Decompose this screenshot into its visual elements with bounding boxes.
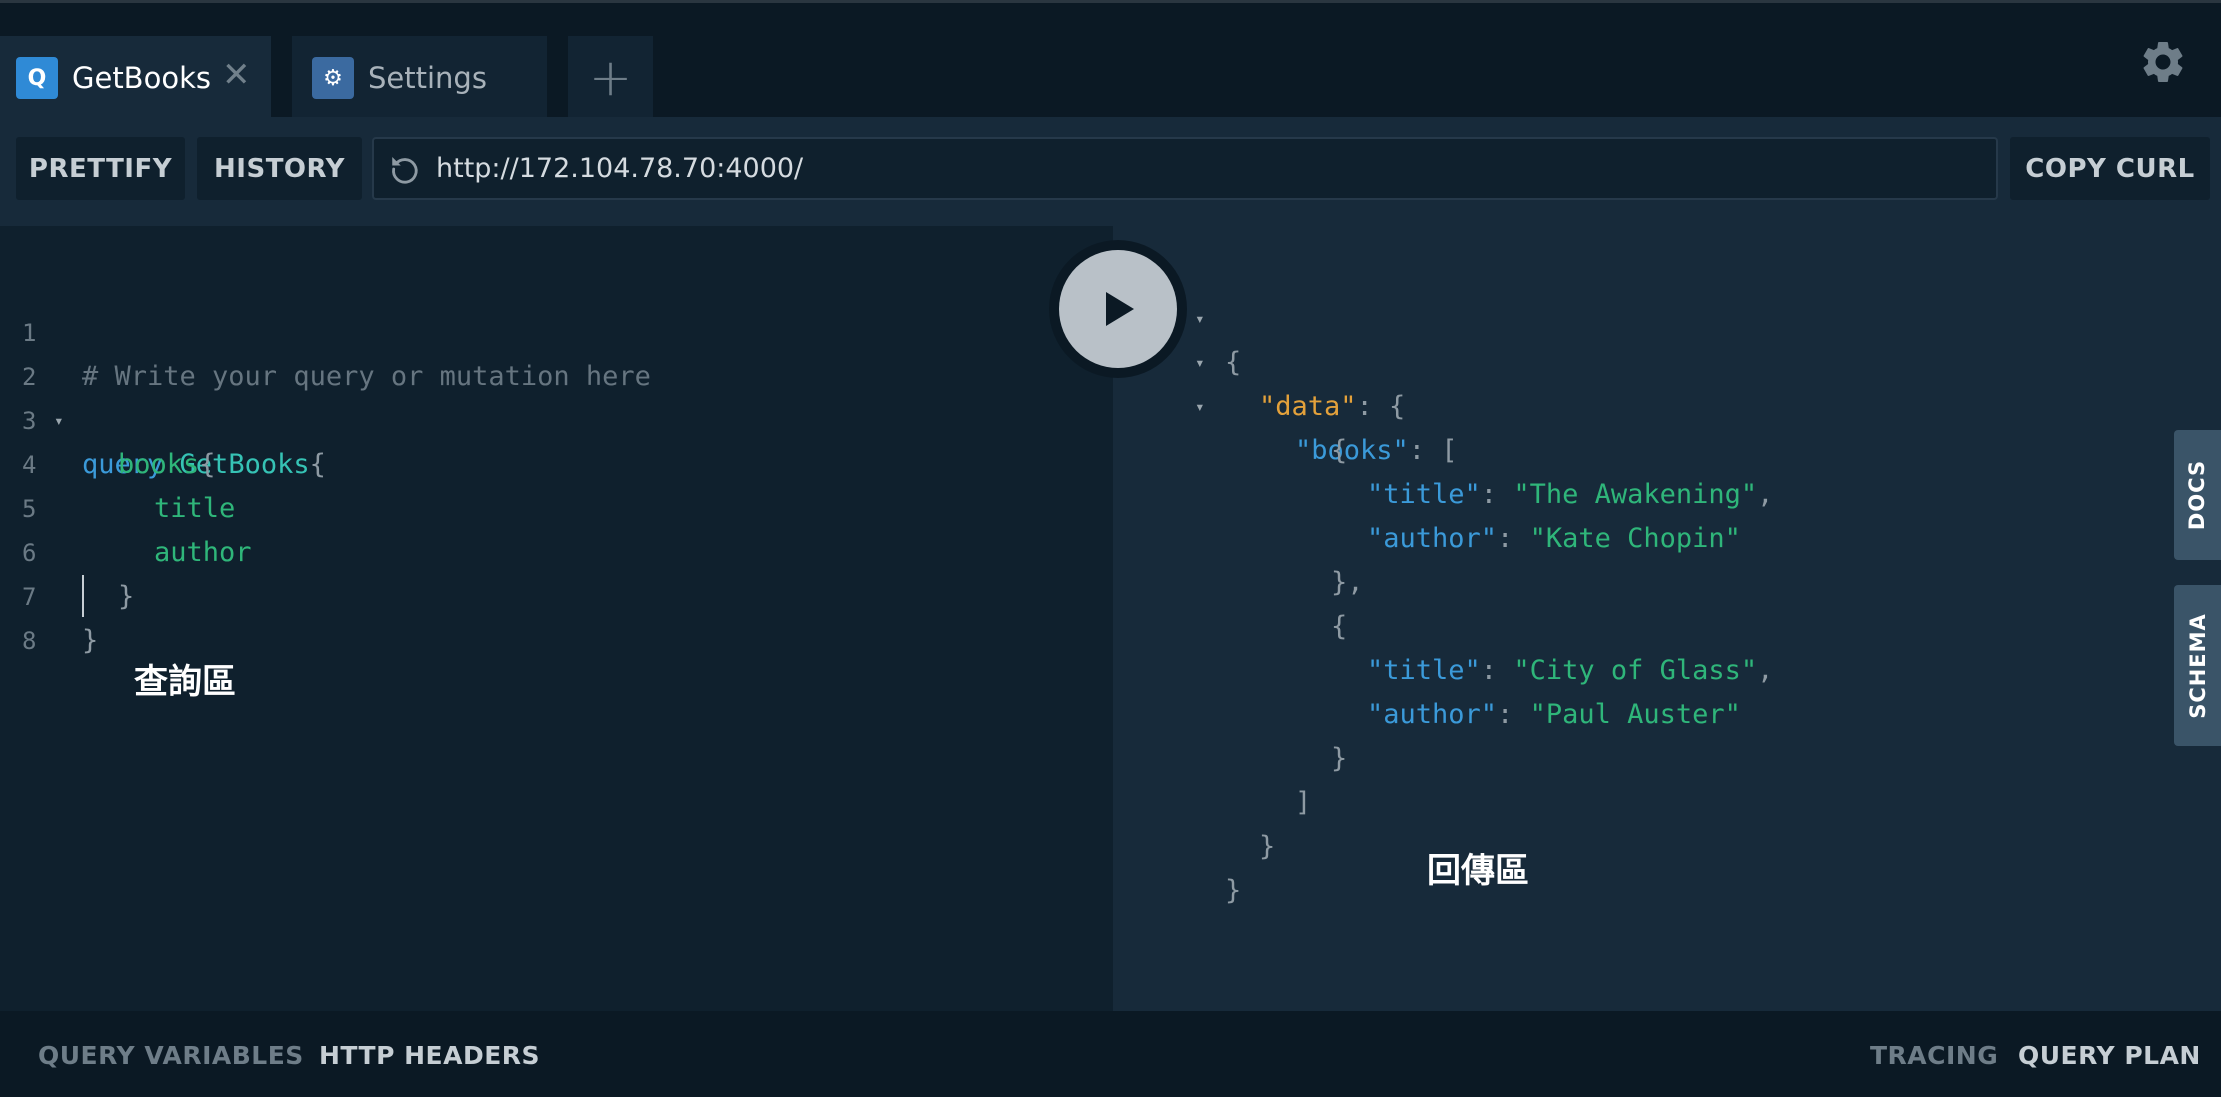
prettify-button[interactable]: PRETTIFY xyxy=(16,137,185,200)
query-editor[interactable]: 1 # Write your query or mutation here 2 … xyxy=(0,226,1113,1011)
tab-label: Settings xyxy=(368,61,487,95)
result-area-annotation: 回傳區 xyxy=(1427,851,1529,891)
tab-settings[interactable]: ⚙ Settings xyxy=(292,36,547,120)
code-line: 4 title xyxy=(0,399,1113,524)
tab-getbooks[interactable]: Q GetBooks ✕ xyxy=(0,36,271,120)
json-line: "author": "Paul Auster" xyxy=(1367,699,1741,730)
tab-bar: Q GetBooks ✕ ⚙ Settings + xyxy=(0,0,2221,120)
code-line: 5 author xyxy=(0,443,1113,568)
close-icon[interactable]: ✕ xyxy=(222,58,251,92)
tracing-tab[interactable]: TRACING xyxy=(1870,1041,1998,1070)
json-line: { xyxy=(1331,611,1348,642)
json-key-author: "author" xyxy=(1367,523,1498,554)
query-plan-tab[interactable]: QUERY PLAN xyxy=(2018,1041,2201,1070)
docs-tab-label: DOCS xyxy=(2185,459,2210,531)
schema-tab-label: SCHEMA xyxy=(2185,612,2210,719)
query-area-annotation: 查詢區 xyxy=(134,662,236,702)
line-number: 8 xyxy=(22,627,37,655)
code-line: 7 } xyxy=(0,531,1113,656)
code-line: 8 xyxy=(0,575,1113,655)
query-badge-icon: Q xyxy=(16,57,58,99)
code-line: 6 } xyxy=(0,487,1113,612)
json-line: "author": "Kate Chopin" xyxy=(1367,523,1741,554)
docs-tab[interactable]: DOCS xyxy=(2174,430,2221,560)
json-key-title: "title" xyxy=(1367,479,1481,510)
fold-arrow-icon[interactable]: ▾ xyxy=(1195,297,1205,341)
json-line: "title": "City of Glass", xyxy=(1367,655,1774,686)
code-brace: } xyxy=(82,625,99,656)
url-bar xyxy=(372,137,1998,200)
json-line: }, xyxy=(1331,567,1364,598)
history-button[interactable]: HISTORY xyxy=(197,137,362,200)
gear-badge-icon: ⚙ xyxy=(312,57,354,99)
toolbar: PRETTIFY HISTORY COPY CURL xyxy=(0,117,2221,226)
fold-arrow-icon[interactable]: ▾ xyxy=(1195,385,1205,429)
json-key-books: "books" xyxy=(1295,435,1409,466)
json-key-title: "title" xyxy=(1367,655,1481,686)
schema-tab[interactable]: SCHEMA xyxy=(2174,585,2221,746)
json-value-author: Kate Chopin xyxy=(1545,523,1725,554)
code-line: 3 books{ xyxy=(0,355,1113,480)
bottom-bar: QUERY VARIABLES HTTP HEADERS TRACING QUE… xyxy=(0,1011,2221,1097)
text-cursor xyxy=(82,575,84,617)
play-button-face[interactable] xyxy=(1059,250,1177,368)
code-line: 2 ▾ query GetBooks{ xyxy=(0,311,1113,480)
json-line: "title": "The Awakening", xyxy=(1367,479,1774,510)
json-line: } xyxy=(1225,875,1242,906)
json-line: } xyxy=(1259,831,1276,862)
code-line: 1 # Write your query or mutation here xyxy=(0,267,1113,392)
json-key-author: "author" xyxy=(1367,699,1498,730)
play-icon xyxy=(1106,292,1134,326)
json-value-title: City of Glass xyxy=(1529,655,1741,686)
gear-icon[interactable] xyxy=(2138,37,2188,87)
endpoint-url-input[interactable] xyxy=(436,153,1936,184)
run-query-button[interactable] xyxy=(1049,240,1187,378)
http-headers-tab[interactable]: HTTP HEADERS xyxy=(319,1041,540,1070)
tab-label: GetBooks xyxy=(72,61,211,95)
json-value-author: Paul Auster xyxy=(1545,699,1725,730)
json-line: } xyxy=(1331,743,1348,774)
reload-icon[interactable] xyxy=(388,152,422,186)
plus-icon: + xyxy=(588,48,633,108)
json-line: { xyxy=(1331,435,1348,466)
json-value-title: The Awakening xyxy=(1529,479,1741,510)
json-key-data: "data" xyxy=(1259,391,1357,422)
copy-curl-button[interactable]: COPY CURL xyxy=(2010,137,2210,200)
result-panel: ▾ { ▾ "data": { ▾ "books": [ { "title": … xyxy=(1113,226,2221,1011)
add-tab-button[interactable]: + xyxy=(568,36,653,120)
json-line: ] xyxy=(1295,787,1312,818)
fold-arrow-icon[interactable]: ▾ xyxy=(1195,341,1205,385)
query-variables-tab[interactable]: QUERY VARIABLES xyxy=(38,1041,304,1070)
